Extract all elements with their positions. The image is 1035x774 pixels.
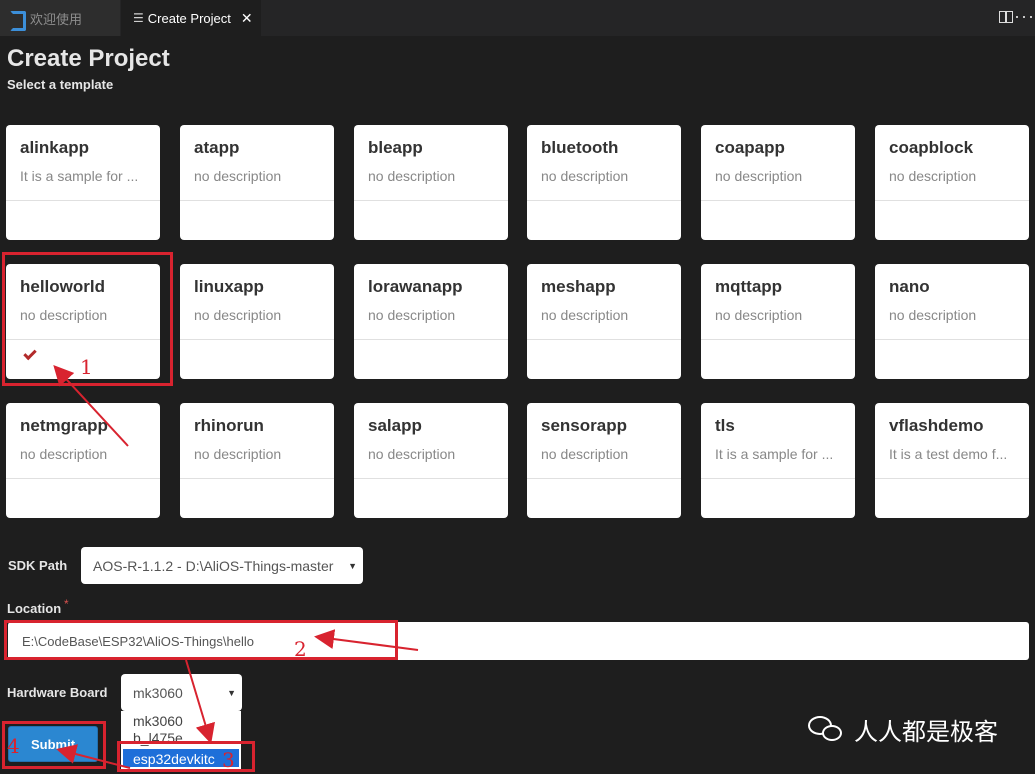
hardware-board-label: Hardware Board (7, 685, 108, 700)
template-description: no description (541, 446, 629, 462)
template-card-salapp[interactable]: salapp no description (354, 403, 508, 518)
template-card-bleapp[interactable]: bleapp no description (354, 125, 508, 240)
template-name: bleapp (368, 138, 423, 157)
card-divider (875, 200, 1029, 201)
template-description: no description (368, 168, 456, 184)
template-card-tls[interactable]: tls It is a sample for ... (701, 403, 855, 518)
annotation-number-3: 3 (222, 748, 235, 772)
close-icon[interactable]: ✕ (241, 10, 253, 27)
template-name: nano (889, 277, 930, 296)
template-card-rhinorun[interactable]: rhinorun no description (180, 403, 334, 518)
template-description: no description (889, 168, 977, 184)
annotation-number-2: 2 (294, 637, 307, 661)
card-divider (527, 478, 681, 479)
template-name: rhinorun (194, 416, 264, 435)
template-name: salapp (368, 416, 422, 435)
annotation-number-1: 1 (80, 355, 93, 379)
tab-create-project[interactable]: ☰ Create Project ✕ (121, 0, 261, 36)
template-card-linuxapp[interactable]: linuxapp no description (180, 264, 334, 379)
template-description: no description (194, 168, 282, 184)
template-name: mqttapp (715, 277, 783, 296)
template-name: alinkapp (20, 138, 89, 157)
template-card-netmgrapp[interactable]: netmgrapp no description (6, 403, 160, 518)
template-description: no description (194, 307, 282, 323)
template-name: coapblock (889, 138, 974, 157)
card-divider (354, 200, 508, 201)
card-divider (354, 339, 508, 340)
card-divider (875, 478, 1029, 479)
template-description: no description (715, 168, 803, 184)
chevron-down-icon: ▼ (348, 560, 357, 571)
chevron-down-icon: ▼ (227, 687, 236, 698)
hardware-board-value: mk3060 (133, 684, 183, 701)
page-subtitle: Select a template (7, 77, 114, 92)
template-card-vflashdemo[interactable]: vflashdemo It is a test demo f... (875, 403, 1029, 518)
template-name: sensorapp (541, 416, 627, 435)
template-card-bluetooth[interactable]: bluetooth no description (527, 125, 681, 240)
template-card-sensorapp[interactable]: sensorapp no description (527, 403, 681, 518)
template-name: lorawanapp (368, 277, 463, 296)
template-name: coapapp (715, 138, 785, 157)
location-label: Location (7, 601, 62, 616)
watermark-text: 人人都是极客 (854, 719, 998, 746)
template-description: no description (541, 168, 629, 184)
template-card-lorawanapp[interactable]: lorawanapp no description (354, 264, 508, 379)
editor-tab-bar: 欢迎使用 ☰ Create Project ✕ ··· (0, 0, 1035, 36)
document-icon: ☰ (133, 11, 144, 25)
annotation-box-2 (4, 620, 398, 660)
wechat-icon (808, 715, 844, 744)
template-name: meshapp (541, 277, 616, 296)
card-divider (354, 478, 508, 479)
template-card-nano[interactable]: nano no description (875, 264, 1029, 379)
sdk-path-select[interactable]: AOS-R-1.1.2 - D:\AliOS-Things-master ▼ (81, 547, 363, 584)
watermark: 人人都是极客 (808, 712, 998, 747)
card-divider (527, 339, 681, 340)
card-divider (527, 200, 681, 201)
template-description: It is a sample for ... (20, 168, 139, 184)
tab-welcome[interactable]: 欢迎使用 (0, 0, 120, 36)
template-name: vflashdemo (889, 416, 984, 435)
template-description: no description (194, 446, 282, 462)
template-description: no description (368, 307, 456, 323)
card-divider (701, 339, 855, 340)
hardware-board-select[interactable]: mk3060 ▼ (121, 674, 242, 711)
annotation-number-4: 4 (7, 734, 20, 758)
card-divider (6, 478, 160, 479)
tab-welcome-label: 欢迎使用 (30, 11, 83, 27)
required-marker: * (64, 597, 69, 611)
template-card-atapp[interactable]: atapp no description (180, 125, 334, 240)
tab-create-project-label: Create Project (147, 10, 231, 26)
template-description: It is a sample for ... (715, 446, 834, 462)
card-divider (180, 200, 334, 201)
template-description: no description (715, 307, 803, 323)
sdk-path-label: SDK Path (8, 558, 68, 573)
template-name: atapp (194, 138, 240, 157)
template-card-mqttapp[interactable]: mqttapp no description (701, 264, 855, 379)
template-name: tls (715, 416, 735, 435)
template-description: no description (20, 446, 108, 462)
more-icon[interactable]: ··· (1014, 6, 1035, 27)
sdk-path-value: AOS-R-1.1.2 - D:\AliOS-Things-master (93, 557, 334, 574)
card-divider (875, 339, 1029, 340)
template-description: It is a test demo f... (889, 446, 1008, 462)
template-name: linuxapp (194, 277, 264, 296)
dropdown-option[interactable]: mk3060 (133, 713, 183, 729)
card-divider (180, 339, 334, 340)
template-description: no description (368, 446, 456, 462)
template-name: bluetooth (541, 138, 619, 157)
vscode-icon (8, 10, 26, 31)
split-editor-icon[interactable] (999, 11, 1013, 23)
template-description: no description (541, 307, 629, 323)
card-divider (701, 478, 855, 479)
card-divider (701, 200, 855, 201)
page-title: Create Project (7, 45, 170, 72)
template-card-coapapp[interactable]: coapapp no description (701, 125, 855, 240)
template-card-coapblock[interactable]: coapblock no description (875, 125, 1029, 240)
template-name: netmgrapp (20, 416, 108, 435)
card-divider (6, 200, 160, 201)
template-card-meshapp[interactable]: meshapp no description (527, 264, 681, 379)
template-description: no description (889, 307, 977, 323)
template-card-alinkapp[interactable]: alinkapp It is a sample for ... (6, 125, 160, 240)
card-divider (180, 478, 334, 479)
